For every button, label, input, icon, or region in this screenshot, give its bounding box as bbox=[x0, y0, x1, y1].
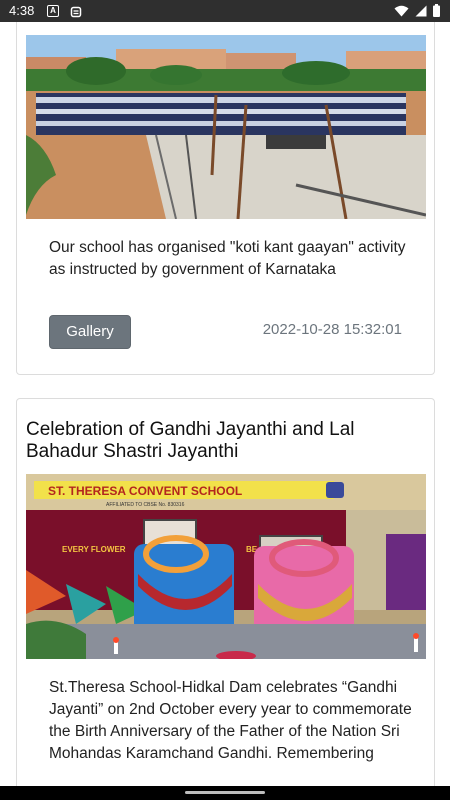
post-description: Our school has organised "koti kant gaay… bbox=[49, 239, 406, 278]
post-description: St.Theresa School-Hidkal Dam celebrates … bbox=[49, 679, 412, 762]
signal-icon bbox=[415, 4, 427, 22]
status-time: 4:38 bbox=[9, 3, 35, 18]
wifi-icon bbox=[394, 4, 409, 22]
stage-text-left: EVERY FLOWER bbox=[62, 545, 126, 554]
post-image[interactable] bbox=[26, 35, 426, 219]
post-card: Celebration of Gandhi Jayanthi and Lal B… bbox=[16, 398, 435, 786]
post-timestamp: 2022-10-28 15:32:01 bbox=[262, 321, 402, 338]
feed[interactable]: Our school has organised "koti kant gaay… bbox=[0, 22, 450, 786]
storage-icon bbox=[70, 5, 82, 18]
banner-text: ST. THERESA CONVENT SCHOOL bbox=[48, 484, 242, 498]
gallery-button[interactable]: Gallery bbox=[49, 315, 131, 349]
a-app-icon: A bbox=[47, 5, 59, 17]
status-bar: 4:38 A bbox=[0, 0, 450, 22]
banner-subtext: AFFILIATED TO CBSE No. 830316 bbox=[106, 502, 185, 508]
battery-icon bbox=[433, 4, 440, 22]
post-title: Celebration of Gandhi Jayanthi and Lal B… bbox=[26, 419, 355, 462]
navigation-bar bbox=[0, 786, 450, 800]
post-image[interactable]: ST. THERESA CONVENT SCHOOL AFFILIATED TO… bbox=[26, 474, 426, 659]
home-gesture-handle[interactable] bbox=[185, 791, 265, 794]
post-card: Our school has organised "koti kant gaay… bbox=[16, 22, 435, 375]
